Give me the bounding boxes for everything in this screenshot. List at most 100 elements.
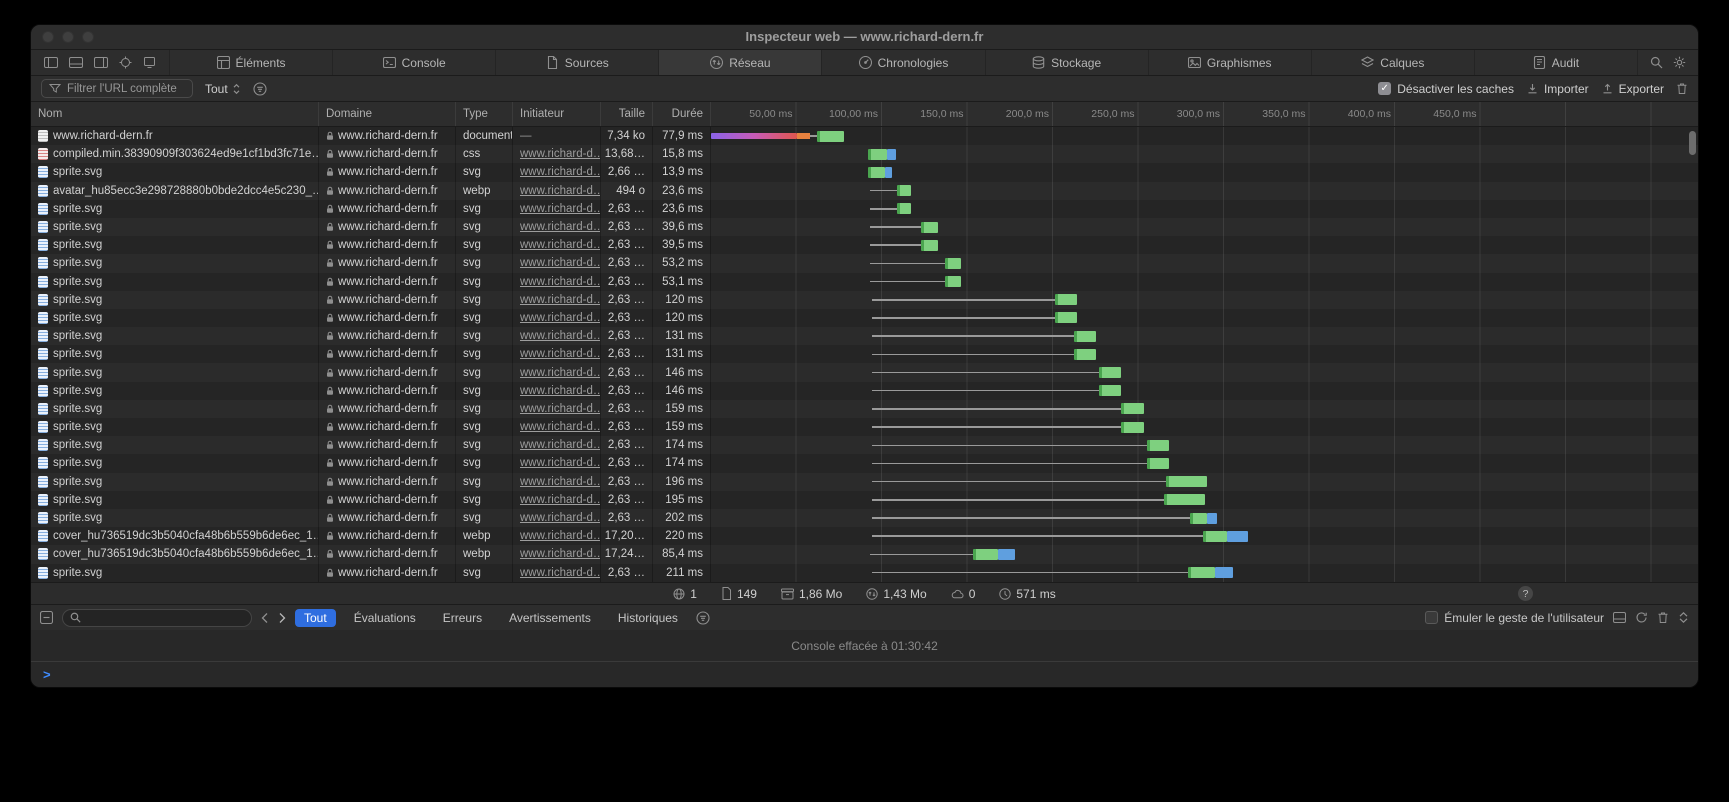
import-button[interactable]: Importer	[1526, 82, 1589, 96]
initiator-link[interactable]: www.richard-d…	[520, 530, 601, 542]
console-scope-icon[interactable]	[40, 611, 53, 624]
network-request-row[interactable]: sprite.svg www.richard-dern.fr svg www.r…	[31, 436, 1698, 454]
scope-dropdown[interactable]: Tout	[205, 82, 241, 96]
detach-window-icon[interactable]	[94, 57, 108, 68]
clear-console-icon[interactable]	[1657, 611, 1669, 624]
zoom-window-button[interactable]	[82, 31, 94, 43]
gear-icon[interactable]	[1673, 56, 1686, 69]
minimize-window-button[interactable]	[62, 31, 74, 43]
network-request-row[interactable]: sprite.svg www.richard-dern.fr svg www.r…	[31, 345, 1698, 363]
search-icon[interactable]	[1650, 56, 1663, 69]
network-request-row[interactable]: cover_hu736519dc3b5040cfa48b6b559b6de6ec…	[31, 527, 1698, 545]
network-request-row[interactable]: sprite.svg www.richard-dern.fr svg www.r…	[31, 454, 1698, 472]
initiator-link[interactable]: www.richard-d…	[520, 385, 601, 397]
tab-console[interactable]: Console	[332, 50, 495, 75]
disable-caches-checkbox[interactable]: Désactiver les caches	[1378, 82, 1514, 96]
console-tab-tout[interactable]: Tout	[295, 609, 336, 627]
network-request-row[interactable]: sprite.svg www.richard-dern.fr svg www.r…	[31, 200, 1698, 218]
console-prompt[interactable]: >	[31, 661, 1698, 687]
network-request-row[interactable]: www.richard-dern.fr www.richard-dern.fr …	[31, 127, 1698, 145]
network-request-row[interactable]: sprite.svg www.richard-dern.fr svg www.r…	[31, 564, 1698, 582]
network-request-row[interactable]: sprite.svg www.richard-dern.fr svg www.r…	[31, 491, 1698, 509]
initiator-link[interactable]: www.richard-d…	[520, 239, 601, 251]
tab-sources[interactable]: Sources	[495, 50, 658, 75]
column-header-nom[interactable]: Nom	[31, 102, 319, 126]
initiator-link[interactable]: www.richard-d…	[520, 457, 601, 469]
network-request-row[interactable]: sprite.svg www.richard-dern.fr svg www.r…	[31, 327, 1698, 345]
tab-reseau[interactable]: Réseau	[658, 50, 821, 75]
help-button[interactable]: ?	[1518, 586, 1533, 601]
initiator-link[interactable]: www.richard-d…	[520, 421, 601, 433]
tab-elements[interactable]: Éléments	[169, 50, 332, 75]
initiator-link[interactable]: www.richard-d…	[520, 348, 601, 360]
refresh-icon[interactable]	[1635, 611, 1648, 624]
tab-calques[interactable]: Calques	[1311, 50, 1474, 75]
console-tab-avertissements[interactable]: Avertissements	[500, 609, 600, 627]
network-request-row[interactable]: cover_hu736519dc3b5040cfa48b6b559b6de6ec…	[31, 545, 1698, 563]
initiator-link[interactable]: www.richard-d…	[520, 166, 601, 178]
export-button[interactable]: Exporter	[1601, 82, 1664, 96]
close-window-button[interactable]	[42, 31, 54, 43]
initiator-link[interactable]: www.richard-d…	[520, 403, 601, 415]
network-request-row[interactable]: sprite.svg www.richard-dern.fr svg www.r…	[31, 382, 1698, 400]
trash-icon[interactable]	[1676, 82, 1688, 95]
initiator-link[interactable]: www.richard-d…	[520, 221, 601, 233]
initiator-link[interactable]: www.richard-d…	[520, 367, 601, 379]
expand-console-icon[interactable]	[1678, 611, 1689, 624]
network-request-row[interactable]: sprite.svg www.richard-dern.fr svg www.r…	[31, 273, 1698, 291]
network-request-row[interactable]: avatar_hu85ecc3e298728880b0bde2dcc4e5c23…	[31, 182, 1698, 200]
network-request-row[interactable]: sprite.svg www.richard-dern.fr svg www.r…	[31, 400, 1698, 418]
column-header-type[interactable]: Type	[456, 102, 513, 126]
initiator-link[interactable]: www.richard-d…	[520, 294, 601, 306]
initiator-link[interactable]: www.richard-d…	[520, 330, 601, 342]
initiator-link[interactable]: www.richard-d…	[520, 257, 601, 269]
console-search-input[interactable]	[62, 609, 252, 627]
initiator-link[interactable]: www.richard-d…	[520, 185, 601, 197]
next-message-icon[interactable]	[278, 612, 286, 624]
device-settings-icon[interactable]	[143, 57, 156, 69]
column-header-initiateur[interactable]: Initiateur	[513, 102, 601, 126]
tab-stockage[interactable]: Stockage	[985, 50, 1148, 75]
console-filter-icon[interactable]	[696, 611, 710, 625]
initiator-link[interactable]: www.richard-d…	[520, 148, 601, 160]
initiator-link[interactable]: www.richard-d…	[520, 494, 601, 506]
network-request-row[interactable]: sprite.svg www.richard-dern.fr svg www.r…	[31, 509, 1698, 527]
tab-audit[interactable]: Audit	[1474, 50, 1637, 75]
initiator-link[interactable]: www.richard-d…	[520, 439, 601, 451]
console-drawer-icon[interactable]	[1613, 611, 1626, 624]
filter-options-icon[interactable]	[253, 82, 267, 96]
initiator-link[interactable]: www.richard-d…	[520, 312, 601, 324]
initiator-link[interactable]: www.richard-d…	[520, 512, 601, 524]
network-request-row[interactable]: sprite.svg www.richard-dern.fr svg www.r…	[31, 291, 1698, 309]
network-request-row[interactable]: sprite.svg www.richard-dern.fr svg www.r…	[31, 254, 1698, 272]
column-header-taille[interactable]: Taille	[601, 102, 653, 126]
initiator-link[interactable]: www.richard-d…	[520, 203, 601, 215]
element-selector-icon[interactable]	[119, 56, 132, 69]
previous-message-icon[interactable]	[261, 612, 269, 624]
tab-graphismes[interactable]: Graphismes	[1148, 50, 1311, 75]
network-request-row[interactable]: sprite.svg www.richard-dern.fr svg www.r…	[31, 473, 1698, 491]
column-header-domaine[interactable]: Domaine	[319, 102, 456, 126]
console-tab-historiques[interactable]: Historiques	[609, 609, 687, 627]
network-request-row[interactable]: sprite.svg www.richard-dern.fr svg www.r…	[31, 218, 1698, 236]
initiator-link[interactable]: www.richard-d…	[520, 567, 601, 579]
network-request-row[interactable]: sprite.svg www.richard-dern.fr svg www.r…	[31, 309, 1698, 327]
column-header-duree[interactable]: Durée	[653, 102, 711, 126]
network-request-row[interactable]: sprite.svg www.richard-dern.fr svg www.r…	[31, 418, 1698, 436]
network-request-row[interactable]: sprite.svg www.richard-dern.fr svg www.r…	[31, 236, 1698, 254]
vertical-scrollbar[interactable]	[1689, 131, 1696, 155]
url-filter-input[interactable]: Filtrer l'URL complète	[41, 79, 193, 98]
initiator-link[interactable]: www.richard-d…	[520, 276, 601, 288]
dock-to-bottom-icon[interactable]	[69, 57, 83, 68]
emulate-user-gesture-checkbox[interactable]: Émuler le geste de l'utilisateur	[1425, 611, 1604, 625]
initiator-link[interactable]: www.richard-d…	[520, 476, 601, 488]
network-request-row[interactable]: sprite.svg www.richard-dern.fr svg www.r…	[31, 163, 1698, 181]
initiator-link[interactable]: www.richard-d…	[520, 548, 601, 560]
network-request-row[interactable]: sprite.svg www.richard-dern.fr svg www.r…	[31, 363, 1698, 381]
console-tab-evaluations[interactable]: Évaluations	[345, 609, 425, 627]
dock-to-side-icon[interactable]	[44, 57, 58, 68]
tab-chronologies[interactable]: Chronologies	[821, 50, 984, 75]
network-request-row[interactable]: compiled.min.38390909f303624ed9e1cf1bd3f…	[31, 145, 1698, 163]
console-tab-erreurs[interactable]: Erreurs	[434, 609, 491, 627]
initiator-cell: www.richard-d…	[513, 527, 601, 545]
